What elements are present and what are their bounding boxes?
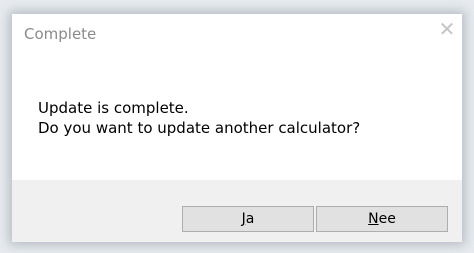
yes-button[interactable]: Ja <box>182 206 314 232</box>
button-bar: Ja Nee <box>12 180 462 242</box>
no-button[interactable]: Nee <box>316 206 448 232</box>
message-line-1: Update is complete. <box>38 99 189 117</box>
no-label-rest: ee <box>378 211 396 227</box>
yes-label-rest: a <box>245 211 255 227</box>
complete-dialog: Complete ✕ Update is complete. Do you wa… <box>12 14 462 242</box>
close-icon: ✕ <box>438 17 456 41</box>
message-area: Update is complete. Do you want to updat… <box>38 98 360 138</box>
close-button[interactable]: ✕ <box>432 14 462 44</box>
title-bar: Complete ✕ <box>12 14 462 50</box>
no-mnemonic: N <box>368 211 379 227</box>
message-line-2: Do you want to update another calculator… <box>38 119 361 137</box>
window-title: Complete <box>24 25 97 43</box>
